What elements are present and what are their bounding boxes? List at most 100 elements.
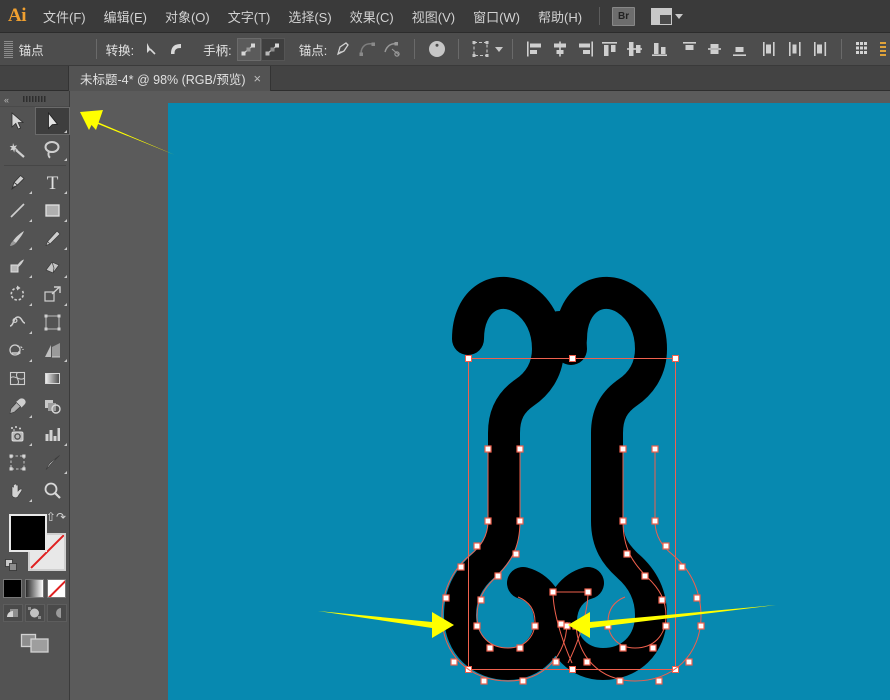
tool-width[interactable] [0,308,35,336]
tool-scale[interactable] [35,280,70,308]
tool-direct-selection[interactable] [35,107,70,135]
tools-panel-header[interactable]: « [0,91,69,107]
tools-divider [4,165,66,166]
tool-perspective-grid[interactable] [35,336,70,364]
align-right-icon[interactable] [573,38,596,60]
canvas-area[interactable] [70,91,890,700]
tool-free-transform[interactable] [35,308,70,336]
align-middle-icon[interactable] [703,38,726,60]
tool-hand[interactable] [0,476,35,504]
swap-fill-stroke-icon[interactable]: ⇧↷ [46,510,66,524]
distribute-bottom-icon[interactable] [648,38,671,60]
change-screen-mode-button[interactable] [0,632,69,654]
draw-inside-button[interactable] [47,604,67,622]
distribute-center-icon[interactable] [783,38,806,60]
menu-select[interactable]: 选择(S) [279,0,340,33]
collapse-panel-icon[interactable]: « [4,95,7,105]
bbox-handle-bottom-left[interactable] [465,666,472,673]
tool-mesh[interactable] [0,364,35,392]
tool-flyout-indicator [64,247,67,250]
tool-blob-brush[interactable] [0,252,35,280]
control-bar-grip[interactable] [4,41,13,58]
selection-bounding-box[interactable] [468,358,676,670]
menu-view[interactable]: 视图(V) [403,0,464,33]
tool-selection[interactable] [0,107,35,135]
tool-slice[interactable] [35,448,70,476]
connect-anchor-icon[interactable] [356,38,379,60]
tool-shape-builder[interactable] [0,336,35,364]
distribute-right-icon[interactable] [808,38,831,60]
bbox-handle-bottom-right[interactable] [672,666,679,673]
cut-path-icon[interactable] [381,38,404,60]
tool-pen[interactable] [0,168,35,196]
panel-menu-icon[interactable] [877,38,889,60]
convert-to-smooth-icon[interactable] [165,38,188,60]
chevron-down-icon [675,14,683,19]
tool-type[interactable]: T [35,168,70,196]
menu-object[interactable]: 对象(O) [156,0,219,33]
transform-icon[interactable] [469,38,492,60]
draw-normal-button[interactable] [3,604,23,622]
document-tab[interactable]: 未标题-4* @ 98% (RGB/预览) × [68,66,271,91]
remove-anchor-icon[interactable] [331,38,354,60]
transform-chevron-down-icon[interactable] [495,47,503,52]
align-center-horizontal-icon[interactable] [548,38,571,60]
align-bottom-icon[interactable] [728,38,751,60]
tool-flyout-indicator [64,303,67,306]
tools-panel-grip[interactable] [23,96,47,102]
tool-flyout-indicator [64,130,67,133]
tool-rectangle[interactable] [35,196,70,224]
close-icon[interactable]: × [254,72,262,85]
tool-symbol-sprayer[interactable] [0,420,35,448]
align-top-icon[interactable] [678,38,701,60]
tool-flyout-indicator [64,359,67,362]
bridge-icon[interactable]: Br [612,7,635,26]
convert-to-corner-icon[interactable] [140,38,163,60]
hide-handles-icon[interactable] [261,38,285,61]
bbox-handle-top-center[interactable] [569,355,576,362]
distribute-left-icon[interactable] [758,38,781,60]
tool-eyedropper[interactable] [0,392,35,420]
menu-effect[interactable]: 效果(C) [341,0,403,33]
fill-stroke-controls: ⇧↷ [0,508,70,576]
tool-eraser[interactable] [35,252,70,280]
distribute-center-vertical-icon[interactable] [623,38,646,60]
menu-file[interactable]: 文件(F) [34,0,95,33]
show-handles-icon[interactable] [237,38,261,61]
distribute-top-icon[interactable] [598,38,621,60]
fill-swatch[interactable] [9,514,47,552]
bbox-handle-top-right[interactable] [672,355,679,362]
illustrator-window: Ai 文件(F) 编辑(E) 对象(O) 文字(T) 选择(S) 效果(C) 视… [0,0,890,700]
bbox-handle-top-left[interactable] [465,355,472,362]
tool-pencil[interactable] [35,224,70,252]
default-fill-stroke-icon[interactable] [5,559,18,572]
gradient-button[interactable] [25,579,44,598]
menu-help[interactable]: 帮助(H) [529,0,591,33]
tool-line-segment[interactable] [0,196,35,224]
tool-flyout-indicator [29,499,32,502]
tool-zoom[interactable] [35,476,70,504]
tool-artboard[interactable] [0,448,35,476]
draw-behind-button[interactable] [25,604,45,622]
tool-rotate[interactable] [0,280,35,308]
tool-flyout-indicator [29,219,32,222]
control-divider-5 [841,39,842,59]
menu-window[interactable]: 窗口(W) [464,0,529,33]
align-left-icon[interactable] [523,38,546,60]
tool-column-graph[interactable] [35,420,70,448]
isolate-object-icon[interactable] [425,38,448,60]
none-button[interactable] [47,579,66,598]
menu-type[interactable]: 文字(T) [219,0,280,33]
color-button[interactable] [3,579,22,598]
menu-edit[interactable]: 编辑(E) [95,0,156,33]
tool-lasso[interactable] [35,135,70,163]
tool-paintbrush[interactable] [0,224,35,252]
bbox-handle-bottom-center[interactable] [569,666,576,673]
tool-gradient[interactable] [35,364,70,392]
artboard[interactable] [168,103,890,700]
tool-blend[interactable] [35,392,70,420]
more-options-icon[interactable] [852,38,875,60]
tool-magic-wand[interactable] [0,135,35,163]
control-bar: 锚点 转换: 手柄: 锚点: [0,33,890,66]
workspace-switcher[interactable] [651,8,683,25]
